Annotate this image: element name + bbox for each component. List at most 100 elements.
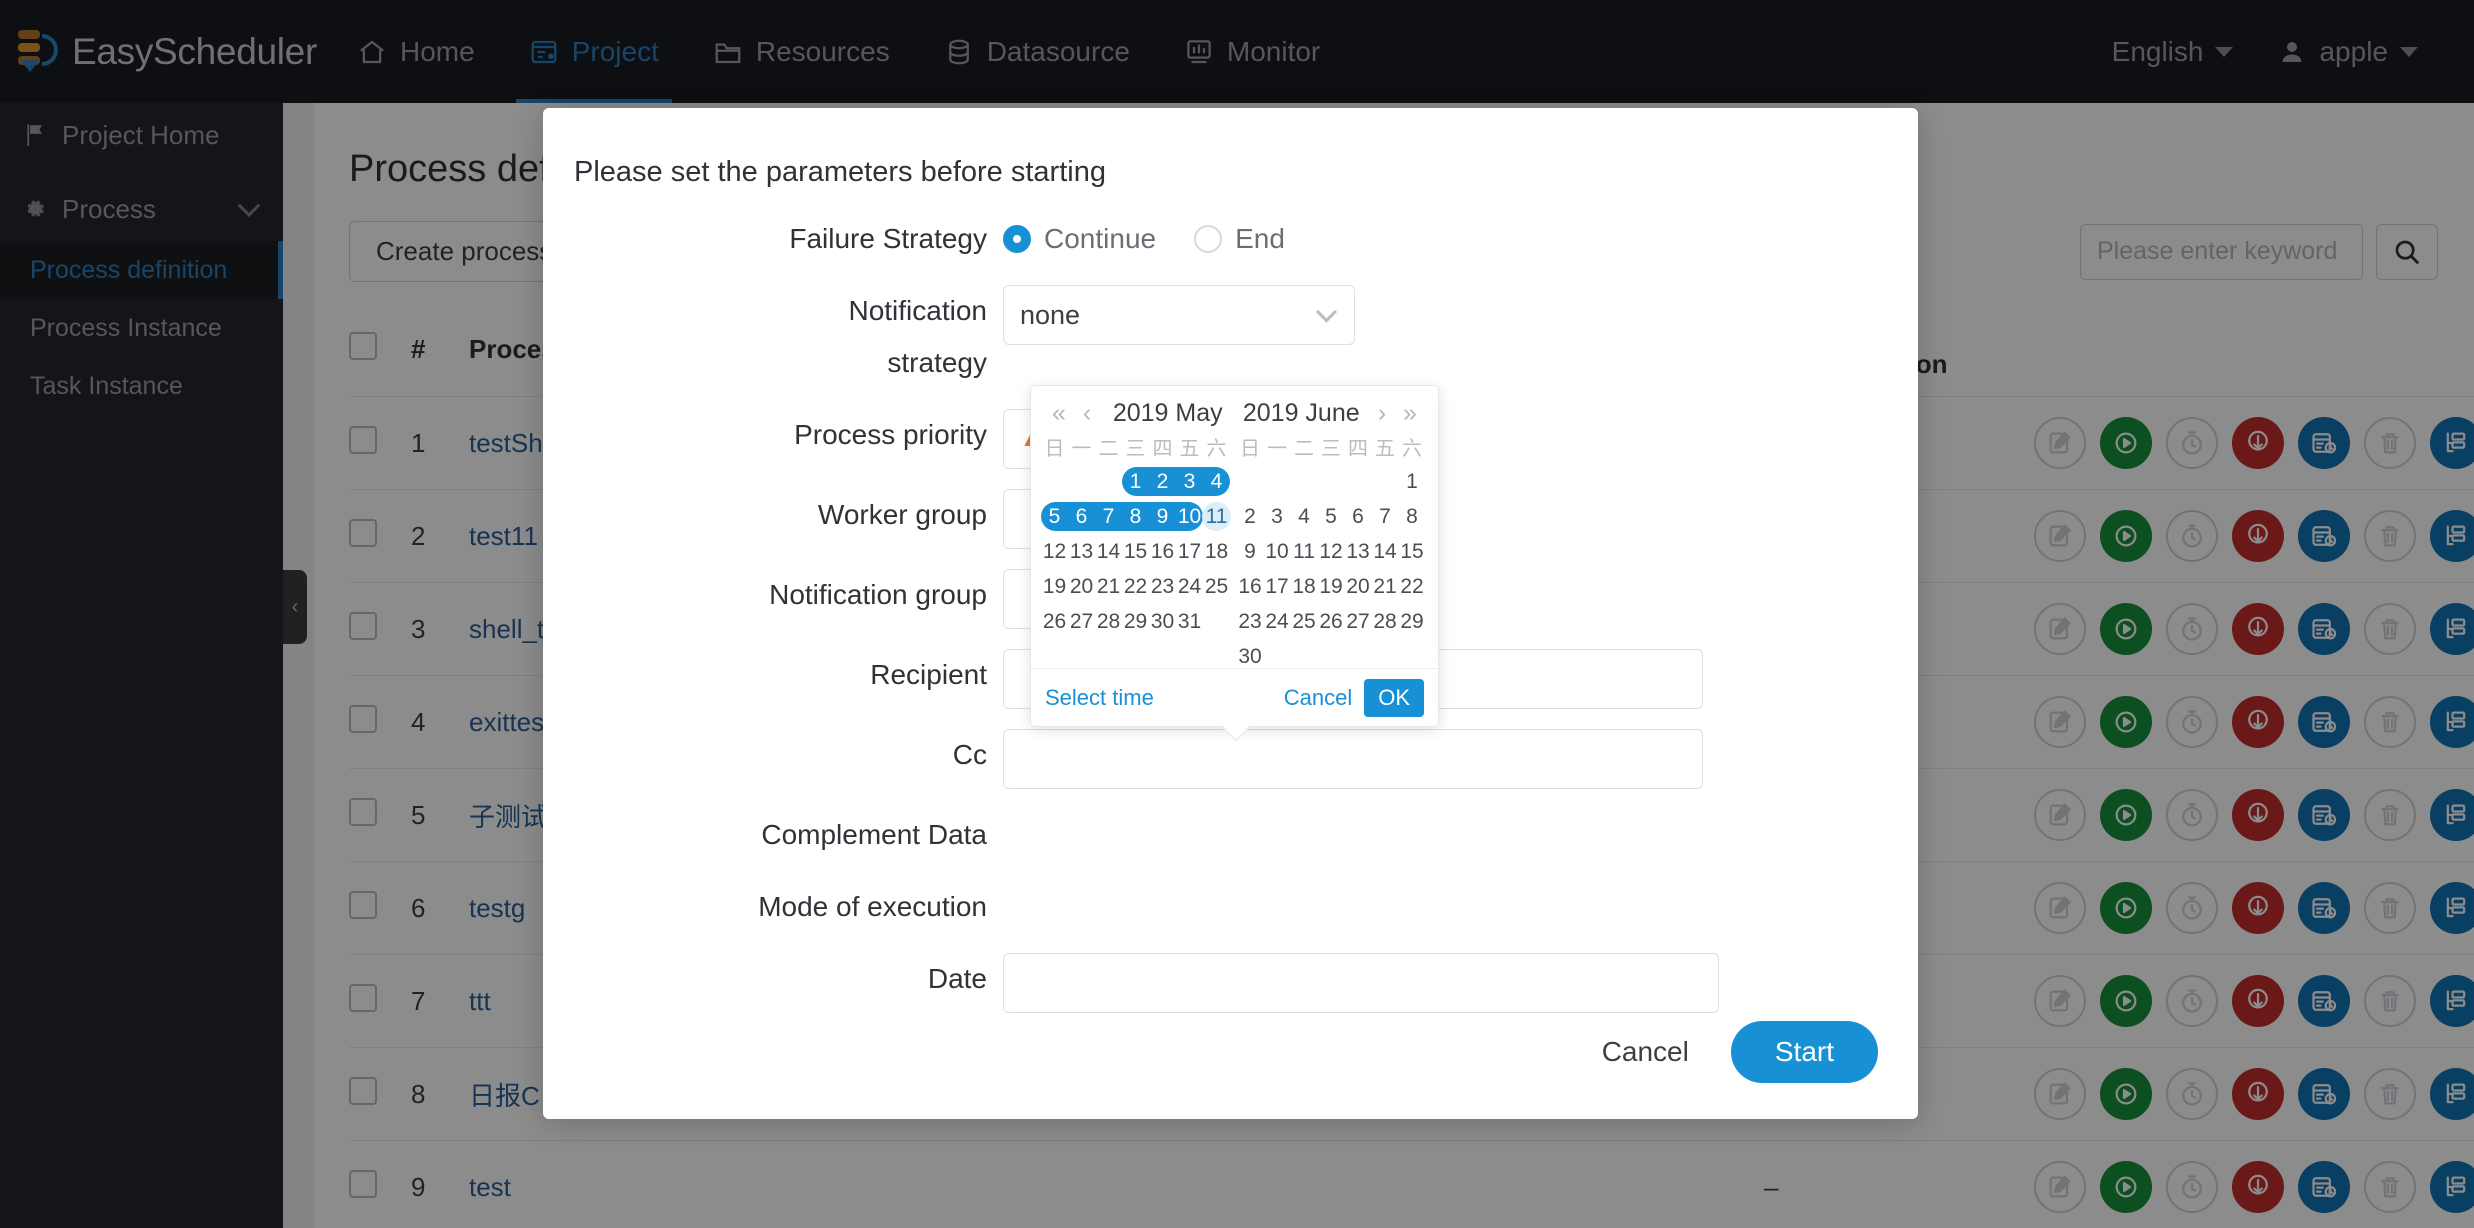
day-cell[interactable]: 19 xyxy=(1318,569,1345,604)
modal-start-button[interactable]: Start xyxy=(1730,1021,1878,1083)
day-cell[interactable]: 17 xyxy=(1264,569,1291,604)
day-cell[interactable]: 5 xyxy=(1041,499,1068,534)
day-cell[interactable]: 3 xyxy=(1264,499,1291,534)
day-cell[interactable]: 3 xyxy=(1176,464,1203,499)
day-cell[interactable]: 12 xyxy=(1041,534,1068,569)
day-cell[interactable]: 21 xyxy=(1372,569,1399,604)
select-time-link[interactable]: Select time xyxy=(1045,685,1154,711)
day-cell[interactable]: 23 xyxy=(1237,604,1264,639)
day-cell[interactable]: 16 xyxy=(1237,569,1264,604)
day-cell[interactable]: 31 xyxy=(1176,604,1203,639)
day-cell[interactable]: 13 xyxy=(1068,534,1095,569)
day-cell[interactable]: 7 xyxy=(1095,499,1122,534)
day-cell[interactable]: 21 xyxy=(1095,569,1122,604)
day-cell[interactable]: 4 xyxy=(1291,499,1318,534)
day-cell[interactable]: 26 xyxy=(1318,604,1345,639)
field-failure-strategy: Failure Strategy Continue End xyxy=(543,213,1918,265)
day-cell[interactable]: 11 xyxy=(1291,534,1318,569)
day-cell[interactable]: 28 xyxy=(1372,604,1399,639)
label-cc: Cc xyxy=(952,739,987,770)
day-cell[interactable]: 25 xyxy=(1203,569,1230,604)
day-cell[interactable]: 9 xyxy=(1237,534,1264,569)
weekday-0: 日 xyxy=(1044,438,1065,460)
day-cell[interactable]: 15 xyxy=(1399,534,1426,569)
day-cell[interactable]: 25 xyxy=(1291,604,1318,639)
day-cell[interactable]: 6 xyxy=(1068,499,1095,534)
day-cell[interactable]: 12 xyxy=(1318,534,1345,569)
field-date: Date xyxy=(543,953,1918,1013)
day-cell[interactable]: 19 xyxy=(1041,569,1068,604)
modal-cancel-button[interactable]: Cancel xyxy=(1588,1024,1703,1080)
next-year-icon[interactable]: » xyxy=(1396,399,1424,428)
day-cell[interactable]: 29 xyxy=(1399,604,1426,639)
day-cell[interactable]: 20 xyxy=(1068,569,1095,604)
day-cell[interactable]: 22 xyxy=(1399,569,1426,604)
day-cell[interactable]: 14 xyxy=(1095,534,1122,569)
day-cell[interactable]: 15 xyxy=(1122,534,1149,569)
day-cell[interactable]: 4 xyxy=(1203,464,1230,499)
radio-dot-continue xyxy=(1003,225,1031,253)
day-cell[interactable]: 29 xyxy=(1122,604,1149,639)
day-cell[interactable]: 10 xyxy=(1176,499,1203,534)
day-cell[interactable]: 11 xyxy=(1203,499,1230,534)
day-grid-left: 1 2 3 4 5 6 7 8 9 10 11 12 13 14 15 16 17 18 19 20 21 22 23 24 2… xyxy=(1041,464,1233,639)
day-cell[interactable]: 13 xyxy=(1345,534,1372,569)
day-cell-empty xyxy=(1264,639,1291,674)
day-cell[interactable]: 24 xyxy=(1176,569,1203,604)
label-notification-group: Notification group xyxy=(769,579,987,610)
day-cell[interactable]: 30 xyxy=(1237,639,1264,674)
radio-dot-end xyxy=(1194,225,1223,253)
field-cc: Cc xyxy=(543,729,1918,789)
weekday-3: 三 xyxy=(1125,438,1146,460)
cc-input[interactable] xyxy=(1003,729,1703,789)
day-cell-empty xyxy=(1318,639,1345,674)
label-date: Date xyxy=(927,963,987,994)
complement-data-toggle[interactable] xyxy=(1003,809,1063,861)
day-cell-empty xyxy=(1345,639,1372,674)
day-cell[interactable]: 18 xyxy=(1203,534,1230,569)
date-input[interactable] xyxy=(1003,953,1719,1013)
day-cell[interactable]: 9 xyxy=(1149,499,1176,534)
prev-year-icon[interactable]: « xyxy=(1045,399,1073,428)
day-cell[interactable]: 20 xyxy=(1345,569,1372,604)
weekday-row-left: 日一二三四五六 xyxy=(1041,434,1233,464)
day-cell[interactable]: 24 xyxy=(1264,604,1291,639)
day-cell[interactable]: 30 xyxy=(1149,604,1176,639)
day-cell[interactable]: 1 xyxy=(1399,464,1426,499)
label-recipient: Recipient xyxy=(870,659,987,690)
next-month-icon[interactable]: › xyxy=(1368,399,1396,428)
day-cell[interactable]: 2 xyxy=(1149,464,1176,499)
day-cell[interactable]: 10 xyxy=(1264,534,1291,569)
day-cell[interactable]: 27 xyxy=(1345,604,1372,639)
day-cell[interactable]: 8 xyxy=(1399,499,1426,534)
day-cell[interactable]: 16 xyxy=(1149,534,1176,569)
notification-strategy-select[interactable]: none xyxy=(1003,285,1355,345)
datepicker-cancel-button[interactable]: Cancel xyxy=(1284,685,1352,711)
day-cell[interactable]: 22 xyxy=(1122,569,1149,604)
day-cell[interactable]: 23 xyxy=(1149,569,1176,604)
day-week-row: 12 13 14 15 16 17 18 xyxy=(1041,534,1233,569)
day-cell[interactable]: 28 xyxy=(1095,604,1122,639)
day-cell[interactable]: 17 xyxy=(1176,534,1203,569)
day-cell[interactable]: 26 xyxy=(1041,604,1068,639)
weekday-row-right: 日一二三四五六 xyxy=(1237,434,1429,464)
radio-continue[interactable]: Continue xyxy=(1003,223,1156,255)
day-cell[interactable]: 6 xyxy=(1345,499,1372,534)
mode-of-execution-control[interactable] xyxy=(1003,881,1063,921)
day-cell-empty xyxy=(1264,464,1291,499)
day-grid-right: 1 2 3 4 5 6 7 8 9 10 11 12 13 14 15 16 17 18 19 20 21 22 23 24 2… xyxy=(1237,464,1429,674)
day-cell[interactable]: 5 xyxy=(1318,499,1345,534)
prev-month-icon[interactable]: ‹ xyxy=(1073,399,1101,428)
datepicker-left-panel: 日一二三四五六 1 2 3 4 5 6 7 8 9 10 11 12 13 14 15 16 17 18 19 20 2… xyxy=(1041,434,1233,674)
day-cell[interactable]: 27 xyxy=(1068,604,1095,639)
day-cell[interactable]: 18 xyxy=(1291,569,1318,604)
day-cell[interactable]: 7 xyxy=(1372,499,1399,534)
datepicker-header: « ‹ 2019 May 2019 June › » xyxy=(1031,386,1438,434)
modal-footer: Cancel Start xyxy=(1588,1021,1878,1083)
datepicker-ok-button[interactable]: OK xyxy=(1364,678,1424,717)
radio-end[interactable]: End xyxy=(1194,223,1285,255)
day-cell[interactable]: 14 xyxy=(1372,534,1399,569)
day-cell[interactable]: 1 xyxy=(1122,464,1149,499)
day-cell[interactable]: 2 xyxy=(1237,499,1264,534)
day-cell[interactable]: 8 xyxy=(1122,499,1149,534)
